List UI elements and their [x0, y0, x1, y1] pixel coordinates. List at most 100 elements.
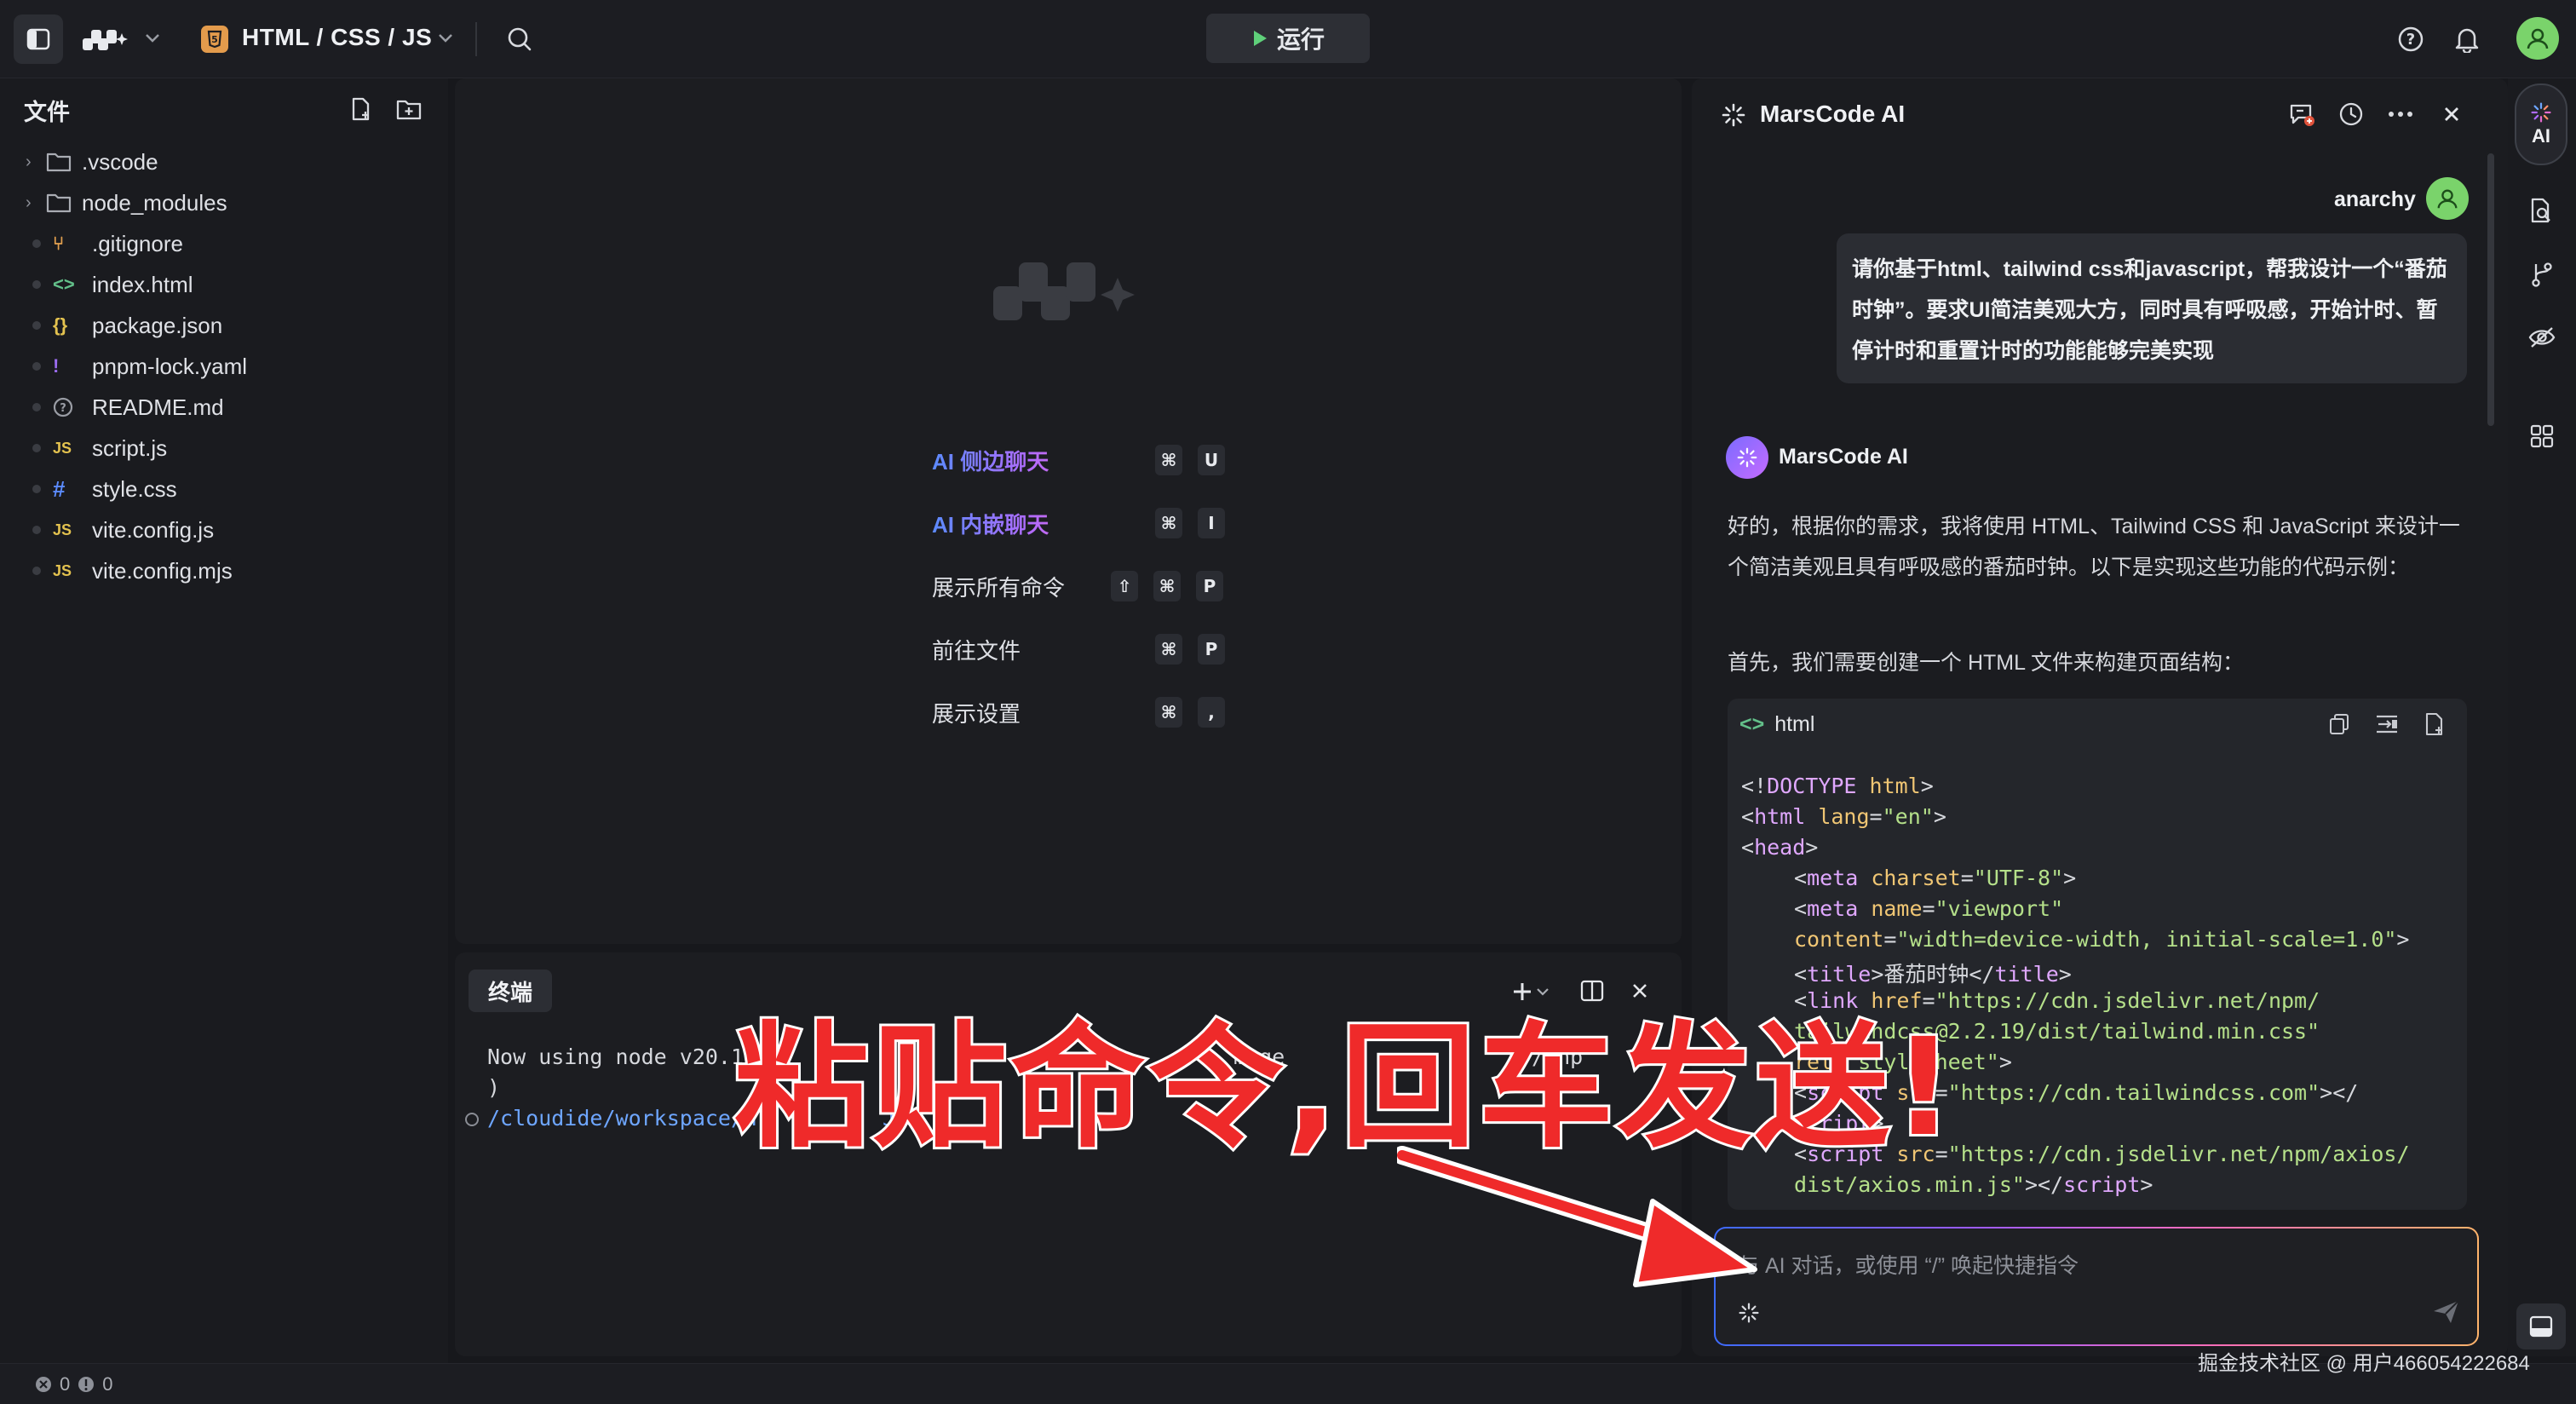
svg-text:?: ? — [60, 402, 66, 415]
yaml-file-icon: ! — [53, 355, 60, 377]
project-menu-chevron-icon[interactable] — [433, 26, 458, 51]
rail-ai-button[interactable]: AI — [2515, 83, 2567, 165]
warning-count: 0 — [102, 1373, 113, 1395]
tree-item-index-html[interactable]: <> index.html — [26, 266, 193, 303]
file-search-icon[interactable] — [2523, 193, 2561, 230]
error-count: 0 — [60, 1373, 71, 1395]
new-chat-icon[interactable] — [2285, 97, 2319, 131]
ai-commands-sparkle-icon[interactable] — [1734, 1298, 1763, 1327]
ai-sparkle-icon — [2531, 102, 2551, 123]
html-file-icon: <> — [53, 273, 75, 295]
tree-item-label: vite.config.mjs — [92, 557, 233, 584]
tree-dot — [32, 444, 41, 452]
user-avatar[interactable] — [2516, 17, 2559, 60]
preview-eye-icon[interactable] — [2523, 319, 2561, 356]
more-options-icon[interactable] — [2383, 97, 2418, 131]
ai-panel-scrollbar[interactable] — [2487, 153, 2494, 426]
shortcut-label: 展示所有命令 — [932, 574, 1066, 601]
tree-item-label: .gitignore — [92, 230, 183, 256]
tree-dot — [32, 526, 41, 534]
tree-dot — [32, 362, 41, 371]
assistant-avatar — [1726, 436, 1768, 479]
apply-to-new-file-icon[interactable] — [2419, 709, 2450, 739]
run-button[interactable]: 运行 — [1206, 14, 1370, 63]
terminal-tab[interactable]: 终端 — [469, 970, 552, 1012]
shortcut-show-commands[interactable]: 展示所有命令 ⇧ ⌘ P — [932, 567, 1223, 605]
tree-item-pnpm-lock[interactable]: ! pnpm-lock.yaml — [26, 348, 247, 385]
search-icon[interactable] — [501, 20, 538, 58]
problems-indicator[interactable]: 0 0 — [34, 1373, 113, 1395]
code-line: <head> — [1741, 835, 1819, 860]
history-icon[interactable] — [2334, 97, 2368, 131]
readme-info-icon: ? — [53, 397, 83, 417]
code-icon: <> — [1739, 712, 1765, 736]
code-line: <meta charset="UTF-8"> — [1794, 866, 2077, 890]
new-folder-icon[interactable] — [394, 94, 424, 124]
sidebar-panel-icon — [26, 28, 50, 50]
key-cmd: ⌘ — [1153, 571, 1181, 601]
key: , — [1198, 697, 1225, 728]
code-block-header: <> html — [1739, 712, 1814, 737]
new-file-icon[interactable] — [346, 94, 377, 124]
ai-chat-input[interactable] — [1714, 1227, 2479, 1346]
sidebar-toggle-button[interactable] — [14, 14, 63, 64]
send-icon[interactable] — [2429, 1297, 2464, 1327]
shortcut-label: AI 侧边聊天 — [932, 445, 1094, 476]
run-button-label: 运行 — [1276, 26, 1325, 53]
tree-item-label: style.css — [92, 475, 177, 502]
tree-item-vscode[interactable]: › .vscode — [26, 143, 158, 181]
key-cmd: ⌘ — [1155, 508, 1182, 538]
marscode-logo-icon[interactable] — [78, 19, 131, 60]
bell-icon[interactable] — [2450, 22, 2484, 56]
chevron-right-icon: › — [26, 193, 32, 212]
shortcut-ai-inline-chat[interactable]: AI 内嵌聊天 ⌘ I — [932, 504, 1225, 542]
terminal-prompt-path: /cloudide/workspace/H — [487, 1106, 757, 1131]
tree-item-label: vite.config.js — [92, 516, 215, 543]
status-bar — [0, 1363, 2576, 1404]
tree-item-vite-config-mjs[interactable]: JS vite.config.mjs — [26, 552, 233, 590]
key-cmd: ⌘ — [1155, 445, 1182, 475]
chevron-right-icon: › — [26, 152, 32, 171]
ai-input-placeholder: 与 AI 对话，或使用 “/” 唤起快捷指令 — [1738, 1254, 2079, 1278]
terminal-output-line: ) — [487, 1075, 501, 1100]
tree-item-node-modules[interactable]: › node_modules — [26, 184, 227, 222]
json-file-icon: {} — [53, 314, 68, 336]
shortcut-ai-side-chat[interactable]: AI 侧边聊天 ⌘ U — [932, 441, 1225, 479]
tree-dot — [32, 485, 41, 493]
workspace-menu-chevron-icon[interactable] — [140, 26, 165, 51]
code-line: dist/axios.min.js"></script> — [1794, 1172, 2153, 1197]
tree-item-readme[interactable]: ? README.md — [26, 388, 224, 426]
shortcut-show-settings[interactable]: 展示设置 ⌘ , — [932, 693, 1225, 731]
ai-panel-title: MarsCode AI — [1760, 101, 1906, 127]
tree-item-package-json[interactable]: {} package.json — [26, 307, 222, 344]
assistant-name: MarsCode AI — [1779, 445, 1908, 469]
close-panel-icon[interactable] — [2436, 99, 2467, 129]
bottom-panel-icon — [2529, 1315, 2553, 1338]
source-control-icon[interactable] — [2523, 256, 2561, 293]
shortcut-go-to-file[interactable]: 前往文件 ⌘ P — [932, 630, 1225, 668]
help-icon[interactable]: ? — [2394, 22, 2428, 56]
extensions-grid-icon[interactable] — [2523, 417, 2561, 455]
error-icon — [36, 1377, 51, 1392]
tree-item-label: index.html — [92, 271, 193, 297]
tree-item-label: script.js — [92, 434, 168, 461]
svg-text:?: ? — [2406, 31, 2415, 49]
git-icon: ⑂ — [53, 233, 65, 254]
tree-item-script-js[interactable]: JS script.js — [26, 429, 167, 467]
assistant-reply-paragraph: 好的，根据你的需求，我将使用 HTML、Tailwind CSS 和 JavaS… — [1728, 515, 2460, 579]
copy-code-icon[interactable] — [2324, 709, 2355, 739]
html5-icon: 5 — [198, 22, 232, 56]
js-file-icon: JS — [53, 521, 72, 538]
project-name[interactable]: HTML / CSS / JS — [242, 24, 432, 51]
warning-icon — [78, 1377, 95, 1392]
tree-item-gitignore[interactable]: ⑂ .gitignore — [26, 225, 183, 262]
tree-item-style-css[interactable]: # style.css — [26, 470, 177, 508]
toggle-bottom-panel-button[interactable] — [2516, 1303, 2566, 1349]
tree-item-label: .vscode — [82, 148, 158, 175]
js-file-icon: JS — [53, 439, 72, 457]
insert-code-icon[interactable] — [2372, 709, 2402, 739]
tree-dot — [32, 239, 41, 248]
svg-text:5: 5 — [211, 34, 218, 45]
tree-item-vite-config-js[interactable]: JS vite.config.js — [26, 511, 214, 549]
tree-item-label: pnpm-lock.yaml — [92, 353, 248, 379]
